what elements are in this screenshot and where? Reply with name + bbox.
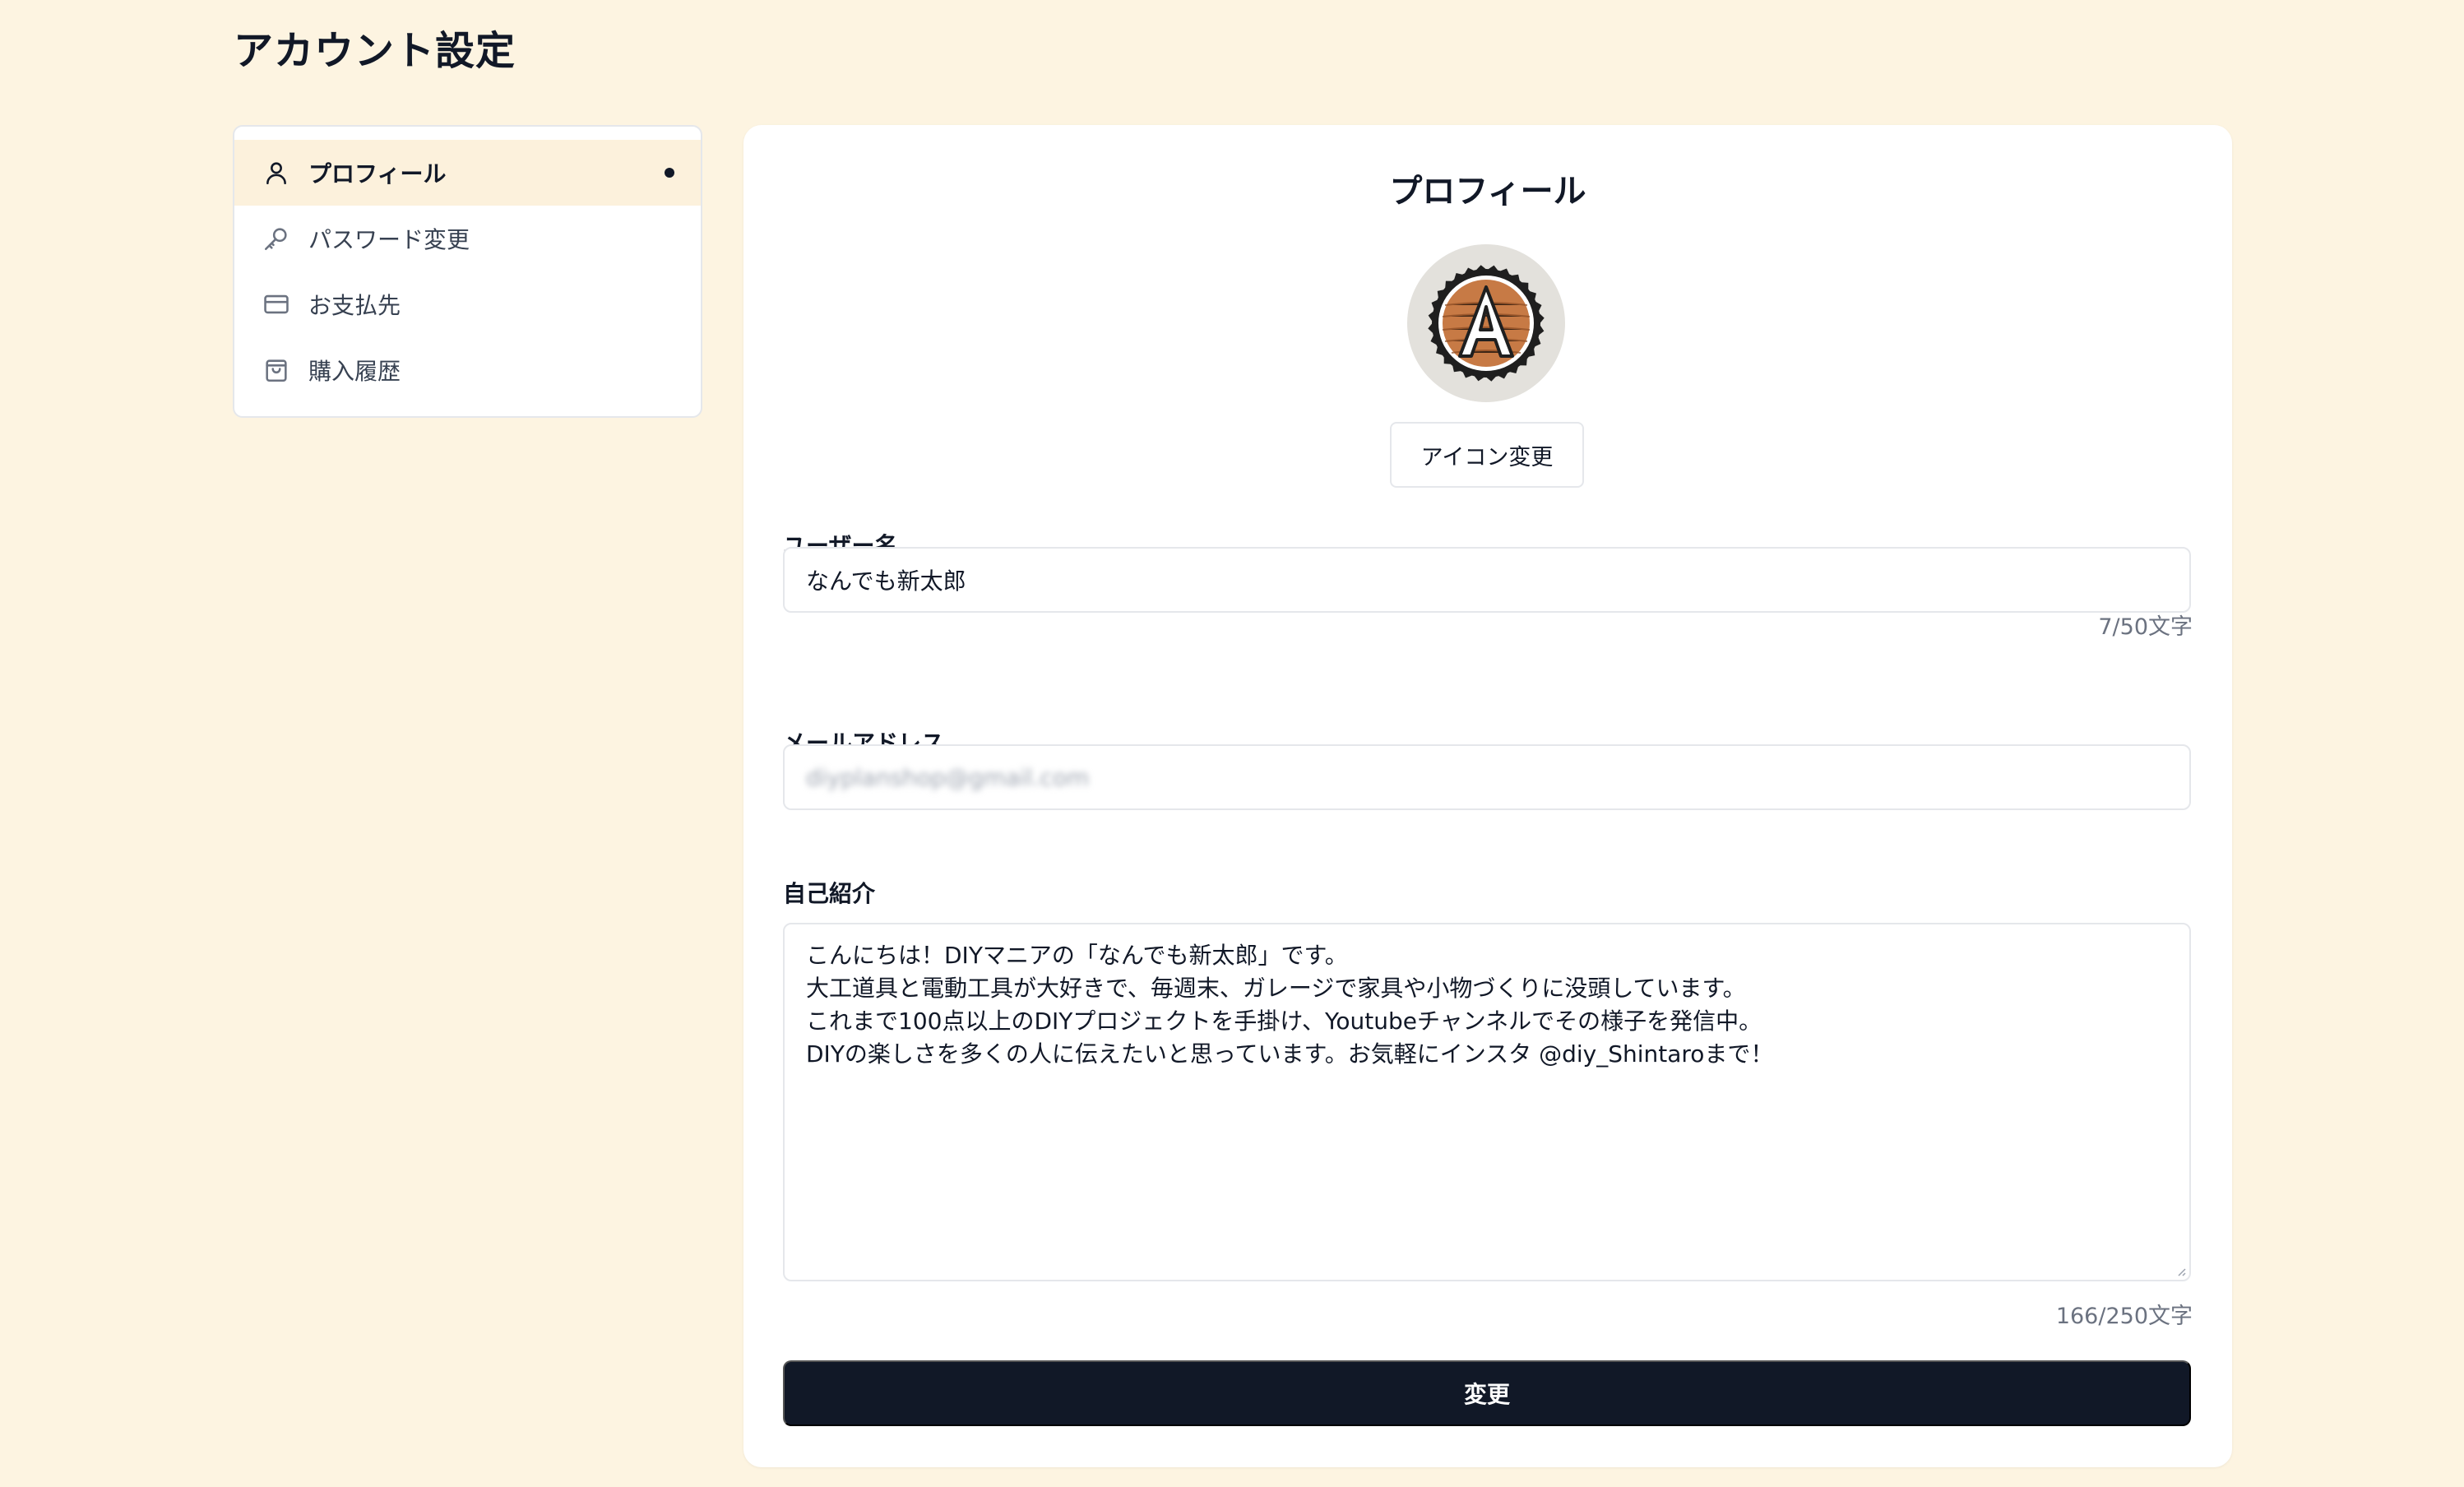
sidebar-item-label: 購入履歴 (308, 358, 401, 385)
profile-title: プロフィール (1389, 173, 1586, 211)
user-icon (262, 159, 290, 187)
bio-char-counter: 166/250文字 (2055, 1304, 2193, 1329)
bio-line: 大工道具と電動工具が大好きで、毎週末、ガレージで家具や小物づくりに没頭しています… (806, 975, 1746, 1002)
sidebar-item-profile[interactable]: プロフィール (234, 140, 701, 206)
saw-blade-logo-icon: A (1428, 264, 1545, 382)
avatar-letter: A (1486, 264, 1487, 265)
sidebar-item-label: お支払先 (308, 292, 401, 319)
username-value: なんでも新太郎 (806, 567, 966, 595)
key-icon (262, 225, 290, 252)
page-title: アカウント設定 (234, 28, 516, 74)
username-input[interactable]: なんでも新太郎 (783, 547, 2191, 613)
settings-sidebar: プロフィール パスワード変更 お支払先 購入履歴 (233, 125, 702, 418)
email-value: diyplanshop@gmail.com (806, 763, 1090, 791)
avatar: A (1407, 244, 1565, 402)
shopping-bag-icon (262, 356, 290, 384)
sidebar-item-payment[interactable]: お支払先 (234, 271, 701, 337)
credit-card-icon (262, 290, 290, 318)
bio-line: これまで100点以上のDIYプロジェクトを手掛け、Youtubeチャンネルでその… (806, 1008, 1762, 1035)
active-indicator-dot (665, 168, 674, 178)
profile-card: プロフィール A アイコン変更 ユーザー名 なんでも新太郎 7/50文字 メール… (743, 125, 2232, 1467)
bio-textarea[interactable]: こんにちは！DIYマニアの「なんでも新太郎」です。 大工道具と電動工具が大好きで… (783, 923, 2191, 1281)
email-input[interactable]: diyplanshop@gmail.com (783, 744, 2191, 810)
bio-line: こんにちは！DIYマニアの「なんでも新太郎」です。 (806, 942, 1348, 969)
sidebar-item-label: プロフィール (308, 160, 447, 188)
bio-label: 自己紹介 (783, 880, 876, 907)
submit-change-button[interactable]: 変更 (783, 1360, 2191, 1426)
sidebar-item-label: パスワード変更 (308, 226, 470, 253)
bio-line: DIYの楽しさを多くの人に伝えたいと思っています。お気軽にインスタ @diy_S… (806, 1040, 1774, 1068)
sidebar-item-password[interactable]: パスワード変更 (234, 206, 701, 271)
resize-handle-icon[interactable] (2175, 1265, 2186, 1276)
sidebar-item-purchase-history[interactable]: 購入履歴 (234, 337, 701, 403)
change-icon-button[interactable]: アイコン変更 (1390, 422, 1584, 488)
username-char-counter: 7/50文字 (2098, 614, 2193, 640)
